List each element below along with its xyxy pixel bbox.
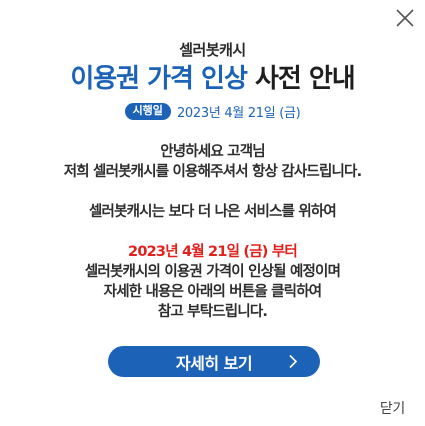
title-rest: 사전 안내 bbox=[254, 64, 356, 94]
chevron-right-icon bbox=[288, 354, 298, 373]
effective-date-row: 시행일 2023년 4월 21일 (금) bbox=[0, 102, 425, 121]
effective-date-notice: 2023년 4월 21일 (금) 부터 bbox=[128, 244, 298, 260]
details-button-label: 자세히 보기 bbox=[175, 353, 253, 373]
effective-date: 2023년 4월 21일 (금) bbox=[176, 106, 301, 121]
detail-text: 자세한 내용은 아래의 버튼을 클릭하여 bbox=[103, 284, 322, 300]
price-notice-text: 셀러봇캐시의 이용권 가격이 인상될 예정이며 bbox=[84, 264, 341, 280]
service-text: 셀러봇캐시는 보다 더 나은 서비스를 위하여 bbox=[89, 204, 337, 220]
popup-title: 이용권 가격 인상 사전 안내 bbox=[0, 58, 425, 95]
thanks-text: 저희 셀러봇캐시를 이용해주셔서 항상 감사드립니다. bbox=[63, 164, 362, 180]
close-icon[interactable] bbox=[393, 6, 417, 30]
greeting-text: 안녕하세요 고객님 bbox=[160, 144, 265, 160]
brand-name: 셀러봇캐시 bbox=[179, 41, 246, 59]
effective-date-badge: 시행일 bbox=[124, 103, 171, 120]
reference-text: 참고 부탁드립니다. bbox=[157, 304, 268, 320]
close-button[interactable]: 닫기 bbox=[380, 398, 405, 418]
title-highlight: 이용권 가격 인상 bbox=[70, 64, 248, 94]
details-button[interactable]: 자세히 보기 bbox=[108, 346, 320, 377]
